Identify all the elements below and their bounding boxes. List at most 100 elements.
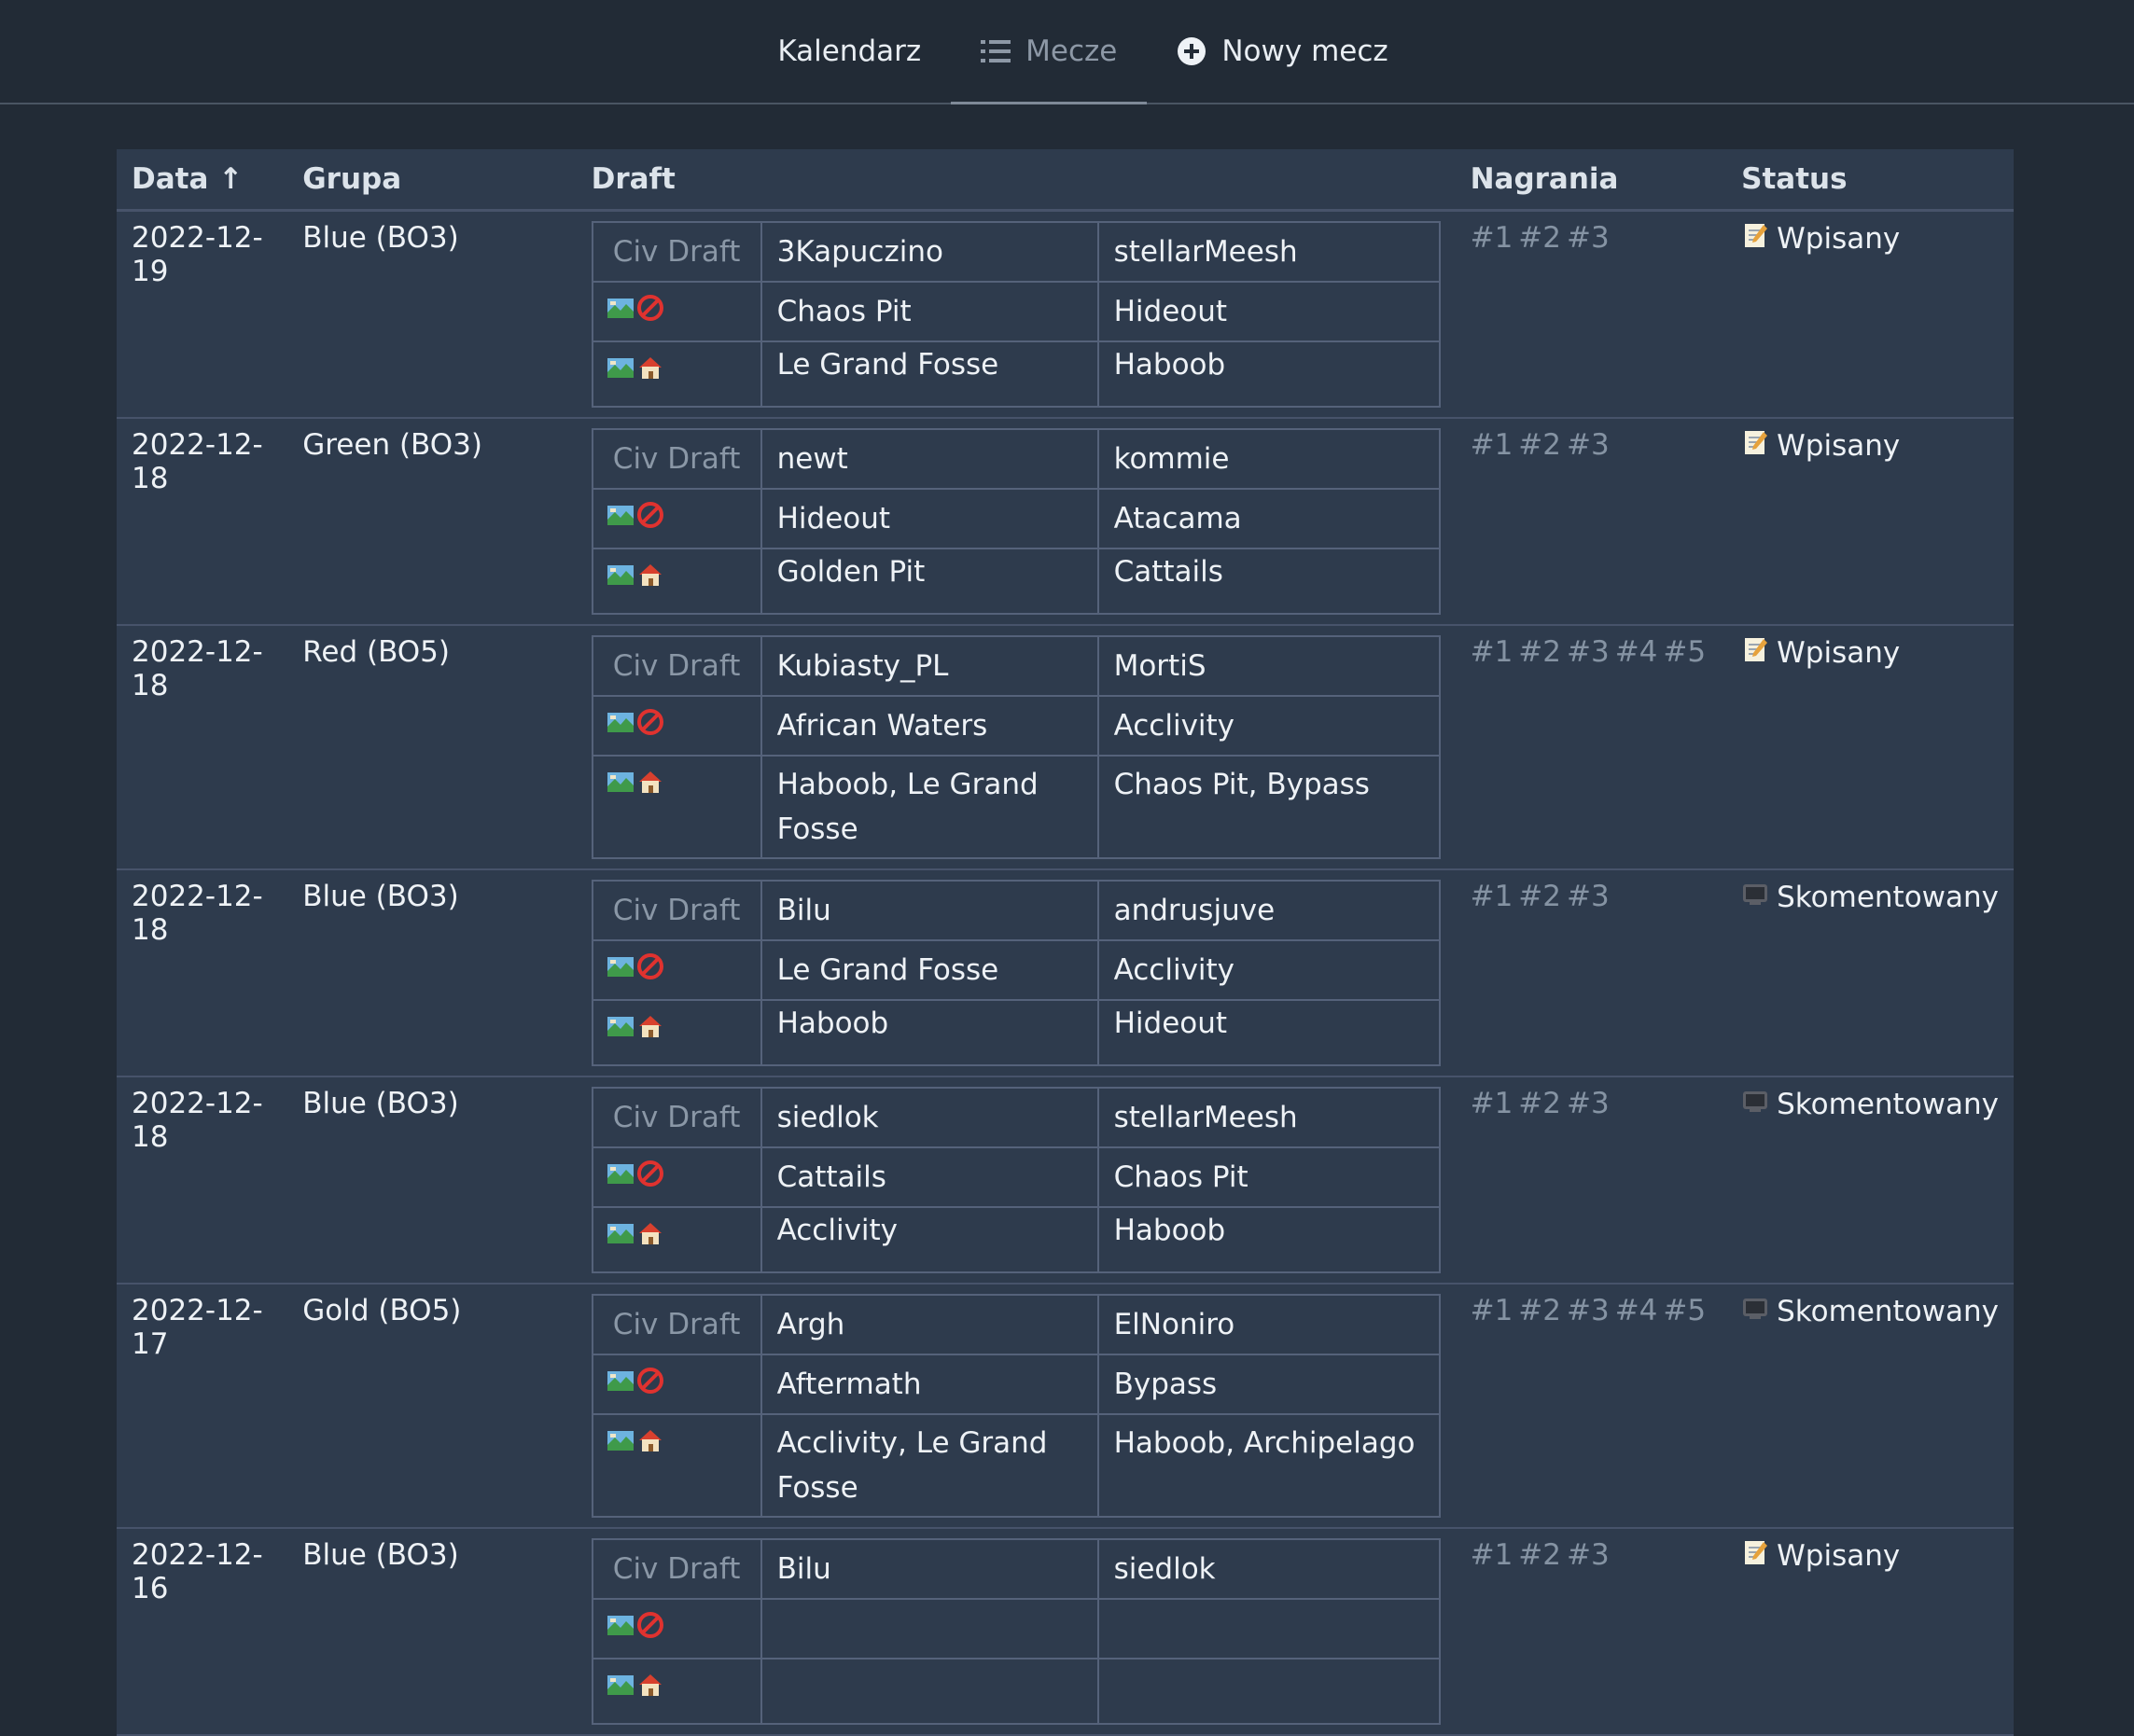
recordings-cell: #1 #2 #3 #4 #5 (1455, 625, 1727, 870)
player-1: Kubiasty_PL (760, 635, 1099, 697)
player-2-home: Cattails (1096, 548, 1441, 615)
recording-link[interactable]: #2 (1518, 428, 1561, 462)
draft-cell: Civ Draft siedlok stellarMeesh Cattails … (576, 1076, 1456, 1285)
recording-link[interactable]: #3 (1567, 1538, 1610, 1572)
match-date: 2022-12-18 (117, 418, 288, 626)
draft-table: Civ Draft Argh ElNoniro Aftermath Bypass… (591, 1294, 1441, 1518)
map-ban-icons (591, 1354, 762, 1415)
recording-link[interactable]: #2 (1518, 1087, 1561, 1120)
draft-bans-row: Cattails Chaos Pit (591, 1146, 1441, 1208)
status-cell: Skomentowany (1726, 869, 2014, 1077)
player-2-ban: Bypass (1096, 1354, 1441, 1415)
recordings-cell: #1 #2 #3 (1455, 1076, 1727, 1285)
player-1-ban: African Waters (760, 695, 1099, 757)
player-1-ban (760, 1598, 1099, 1660)
draft-players-row: Civ Draft 3Kapuczino stellarMeesh (591, 221, 1441, 283)
recording-link[interactable]: #1 (1471, 1294, 1513, 1327)
recording-link[interactable]: #1 (1471, 428, 1513, 462)
draft-cell: Civ Draft Argh ElNoniro Aftermath Bypass… (576, 1284, 1456, 1529)
draft-home-row: Haboob Hideout (591, 999, 1441, 1066)
map-icon (607, 1667, 635, 1712)
map-home-icons (591, 755, 762, 859)
draft-home-row: Haboob, Le Grand Fosse Chaos Pit, Bypass (591, 755, 1441, 859)
civ-draft-link[interactable]: Civ Draft (591, 221, 762, 283)
matches-table: Data ↑ Grupa Draft Nagrania Status 2022-… (117, 149, 2014, 1736)
house-icon (636, 1423, 664, 1467)
recording-link[interactable]: #2 (1518, 1538, 1561, 1572)
table-body: 2022-12-19 Blue (BO3) Civ Draft 3Kapuczi… (117, 210, 2014, 1736)
map-home-icons (591, 1206, 762, 1273)
match-date: 2022-12-18 (117, 869, 288, 1077)
recording-link[interactable]: #3 (1567, 635, 1610, 669)
matches-table-container: Data ↑ Grupa Draft Nagrania Status 2022-… (117, 149, 2014, 1736)
match-date: 2022-12-19 (117, 210, 288, 419)
recording-link[interactable]: #3 (1567, 880, 1610, 913)
player-1-ban: Chaos Pit (760, 281, 1099, 342)
recording-link[interactable]: #5 (1663, 635, 1706, 669)
table-row: 2022-12-18 Blue (BO3) Civ Draft Bilu and… (117, 869, 2014, 1077)
draft-cell: Civ Draft 3Kapuczino stellarMeesh Chaos … (576, 210, 1456, 419)
recording-link[interactable]: #1 (1471, 880, 1513, 913)
recording-link[interactable]: #3 (1567, 221, 1610, 255)
player-1-ban: Cattails (760, 1146, 1099, 1208)
recording-link[interactable]: #4 (1615, 1294, 1658, 1327)
map-ban-icons (591, 939, 762, 1001)
draft-table: Civ Draft Kubiasty_PL MortiS African Wat… (591, 635, 1441, 859)
recording-link[interactable]: #4 (1615, 635, 1658, 669)
status-label: Skomentowany (1777, 881, 1999, 914)
match-group: Green (BO3) (287, 418, 577, 626)
recording-link[interactable]: #1 (1471, 635, 1513, 669)
draft-home-row: Acclivity Haboob (591, 1206, 1441, 1273)
recording-link[interactable]: #1 (1471, 1538, 1513, 1572)
recording-link[interactable]: #3 (1567, 1087, 1610, 1120)
recording-link[interactable]: #1 (1471, 221, 1513, 255)
player-1: Argh (760, 1294, 1099, 1355)
map-ban-icons (591, 1146, 762, 1208)
player-2-ban: Atacama (1096, 488, 1441, 549)
match-date: 2022-12-16 (117, 1528, 288, 1736)
player-1-home: Acclivity (760, 1206, 1099, 1273)
match-group: Blue (BO3) (287, 210, 577, 419)
civ-draft-link[interactable]: Civ Draft (591, 635, 762, 697)
draft-cell: Civ Draft Bilu andrusjuve Le Grand Fosse… (576, 869, 1456, 1077)
player-1: siedlok (760, 1087, 1099, 1148)
recording-link[interactable]: #2 (1518, 635, 1561, 669)
civ-draft-link[interactable]: Civ Draft (591, 1538, 762, 1600)
recording-link[interactable]: #2 (1518, 221, 1561, 255)
player-1-home (760, 1658, 1099, 1725)
memo-icon (1741, 635, 1769, 671)
civ-draft-link[interactable]: Civ Draft (591, 1087, 762, 1148)
civ-draft-link[interactable]: Civ Draft (591, 880, 762, 941)
player-2-ban: Hideout (1096, 281, 1441, 342)
player-2: stellarMeesh (1096, 221, 1441, 283)
match-group: Blue (BO3) (287, 869, 577, 1077)
player-1: 3Kapuczino (760, 221, 1099, 283)
draft-bans-row: Hideout Atacama (591, 488, 1441, 549)
player-2-home (1096, 1658, 1441, 1725)
header-group[interactable]: Grupa (287, 149, 577, 212)
recording-link[interactable]: #1 (1471, 1087, 1513, 1120)
map-icon (607, 704, 635, 749)
player-1: newt (760, 428, 1099, 490)
recording-link[interactable]: #3 (1567, 428, 1610, 462)
draft-table: Civ Draft siedlok stellarMeesh Cattails … (591, 1087, 1441, 1273)
recording-link[interactable]: #2 (1518, 880, 1561, 913)
tab-new-match[interactable]: Nowy mecz (1147, 0, 1417, 103)
tab-calendar[interactable]: Kalendarz (747, 0, 951, 103)
match-group: Gold (BO5) (287, 1284, 577, 1529)
player-2: stellarMeesh (1096, 1087, 1441, 1148)
draft-table: Civ Draft Bilu siedlok (591, 1538, 1441, 1725)
top-nav: Kalendarz Mecze Nowy mecz (0, 0, 2134, 104)
recording-link[interactable]: #5 (1663, 1294, 1706, 1327)
recording-link[interactable]: #2 (1518, 1294, 1561, 1327)
map-icon (607, 1156, 635, 1201)
recording-link[interactable]: #3 (1567, 1294, 1610, 1327)
tv-icon (1741, 1087, 1769, 1122)
header-date[interactable]: Data ↑ (117, 149, 288, 212)
civ-draft-link[interactable]: Civ Draft (591, 428, 762, 490)
player-2-home: Haboob, Archipelago (1096, 1413, 1441, 1518)
tab-matches[interactable]: Mecze (951, 0, 1148, 104)
status-cell: Wpisany (1726, 210, 2014, 419)
memo-icon (1741, 1538, 1769, 1574)
civ-draft-link[interactable]: Civ Draft (591, 1294, 762, 1355)
